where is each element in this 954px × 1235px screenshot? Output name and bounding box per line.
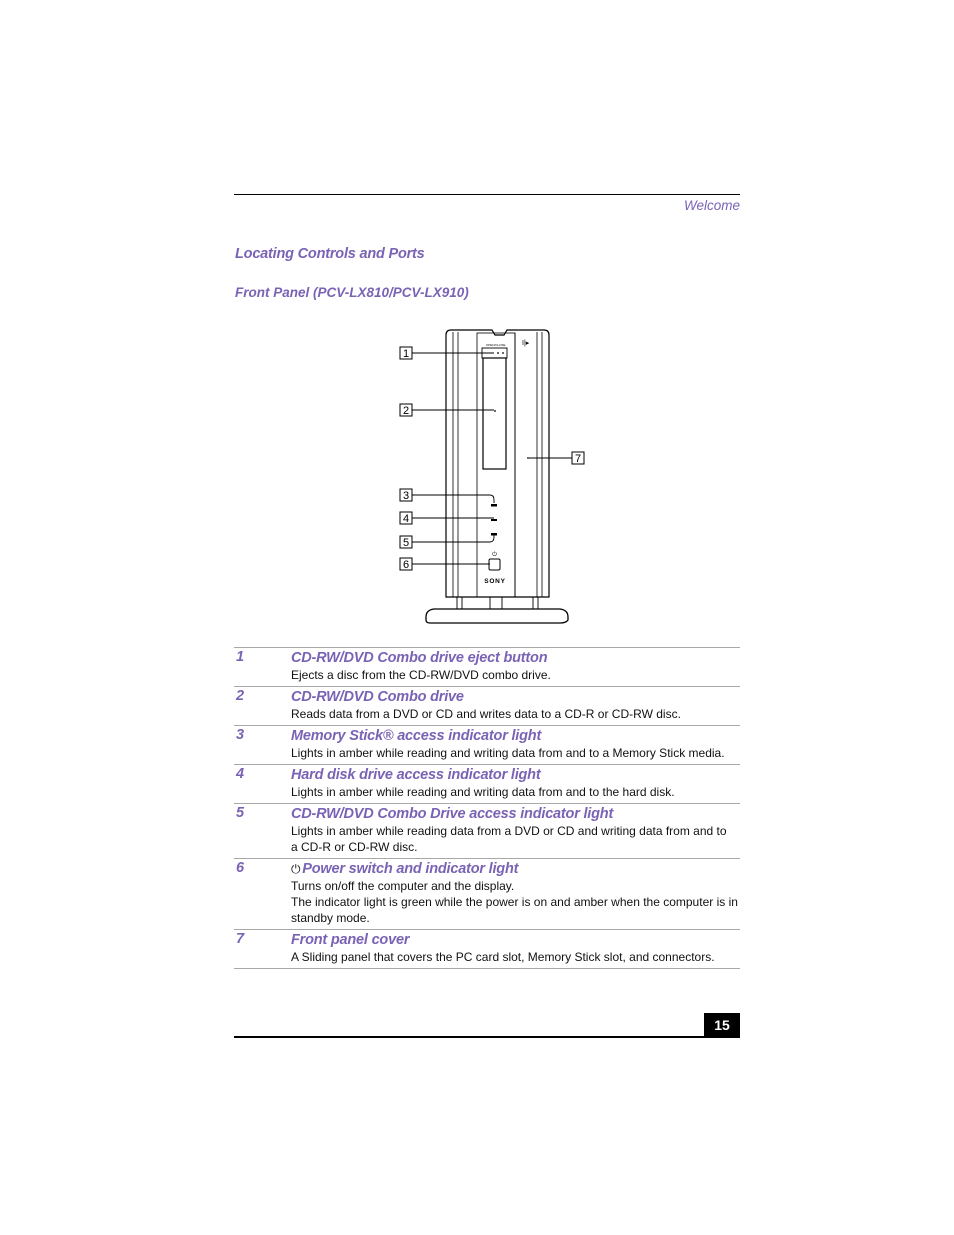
callout-5: 5 xyxy=(399,535,413,549)
section-title: Locating Controls and Ports xyxy=(235,246,425,262)
item-description: Reads data from a DVD or CD and writes d… xyxy=(291,707,681,721)
item-number: 4 xyxy=(236,766,245,782)
item-number: 7 xyxy=(236,931,245,947)
callout-4: 4 xyxy=(399,511,413,525)
item-number: 6 xyxy=(236,860,245,876)
item-description: Ejects a disc from the CD-RW/DVD combo d… xyxy=(291,668,551,682)
power-button xyxy=(488,558,501,571)
item-number: 5 xyxy=(236,805,245,821)
callout-2: 2 xyxy=(399,403,413,417)
svg-text:6: 6 xyxy=(403,559,409,571)
item-description: The indicator light is green while the p… xyxy=(291,895,738,925)
item-title: CD-RW/DVD Combo drive xyxy=(291,689,464,705)
item-number: 2 xyxy=(236,688,245,704)
list-item: 5 CD-RW/DVD Combo Drive access indicator… xyxy=(234,803,740,858)
item-title: Power switch and indicator light xyxy=(302,861,519,877)
drive-bay xyxy=(482,357,507,470)
power-icon: ⏻ xyxy=(291,862,301,876)
footer-rule xyxy=(234,1036,740,1038)
controls-list: 1 CD-RW/DVD Combo drive eject button Eje… xyxy=(234,647,740,969)
header-rule xyxy=(234,194,740,195)
callout-7: 7 xyxy=(571,451,585,465)
list-item: 1 CD-RW/DVD Combo drive eject button Eje… xyxy=(234,647,740,686)
item-number: 1 xyxy=(236,649,245,665)
item-description: A Sliding panel that covers the PC card … xyxy=(291,950,715,964)
item-description: Lights in amber while reading data from … xyxy=(291,824,727,854)
callout-6: 6 xyxy=(399,557,413,571)
svg-text:5: 5 xyxy=(403,537,409,549)
list-item: 3 Memory Stick® access indicator light L… xyxy=(234,725,740,764)
list-item: 2 CD-RW/DVD Combo drive Reads data from … xyxy=(234,686,740,725)
item-title: CD-RW/DVD Combo Drive access indicator l… xyxy=(291,806,614,822)
page-number: 15 xyxy=(704,1013,740,1037)
svg-text:2: 2 xyxy=(403,405,409,417)
item-title: Hard disk drive access indicator light xyxy=(291,767,541,783)
item-title: Memory Stick® access indicator light xyxy=(291,728,542,744)
svg-text:⏻: ⏻ xyxy=(492,551,497,558)
item-title-row: ⏻ Power switch and indicator light xyxy=(291,860,740,878)
running-head: Welcome xyxy=(683,198,740,213)
list-item: 6 ⏻ Power switch and indicator light Turn… xyxy=(234,858,740,929)
stand-base xyxy=(425,608,569,624)
svg-text:OPEN/CLOSE: OPEN/CLOSE xyxy=(486,343,506,347)
tower-body xyxy=(445,329,550,598)
brand-label: SONY xyxy=(484,578,506,585)
callout-3: 3 xyxy=(399,488,413,502)
item-description: Lights in amber while reading and writin… xyxy=(291,746,725,760)
item-title: Front panel cover xyxy=(291,932,410,948)
callout-labels: 1 2 3 4 5 6 7 xyxy=(399,346,585,571)
subsection-title: Front Panel (PCV-LX810/PCV-LX910) xyxy=(235,285,469,300)
item-description: Turns on/off the computer and the displa… xyxy=(291,879,515,893)
svg-text:I|▸: I|▸ xyxy=(522,340,530,347)
front-panel-figure: I|▸ OPEN/CLOSE ⏻ SONY 1 2 3 4 5 6 7 xyxy=(390,325,590,630)
item-description: Lights in amber while reading and writin… xyxy=(291,785,675,799)
list-item: 4 Hard disk drive access indicator light… xyxy=(234,764,740,803)
svg-text:7: 7 xyxy=(575,453,581,465)
svg-text:3: 3 xyxy=(403,490,409,502)
item-number: 3 xyxy=(236,727,245,743)
svg-text:1: 1 xyxy=(403,348,409,360)
callout-1: 1 xyxy=(399,346,413,360)
svg-text:4: 4 xyxy=(403,513,409,525)
item-title: CD-RW/DVD Combo drive eject button xyxy=(291,650,548,666)
list-item: 7 Front panel cover A Sliding panel that… xyxy=(234,929,740,969)
pc-tower-illustration: I|▸ OPEN/CLOSE ⏻ SONY 1 2 3 4 5 6 7 xyxy=(399,329,585,624)
